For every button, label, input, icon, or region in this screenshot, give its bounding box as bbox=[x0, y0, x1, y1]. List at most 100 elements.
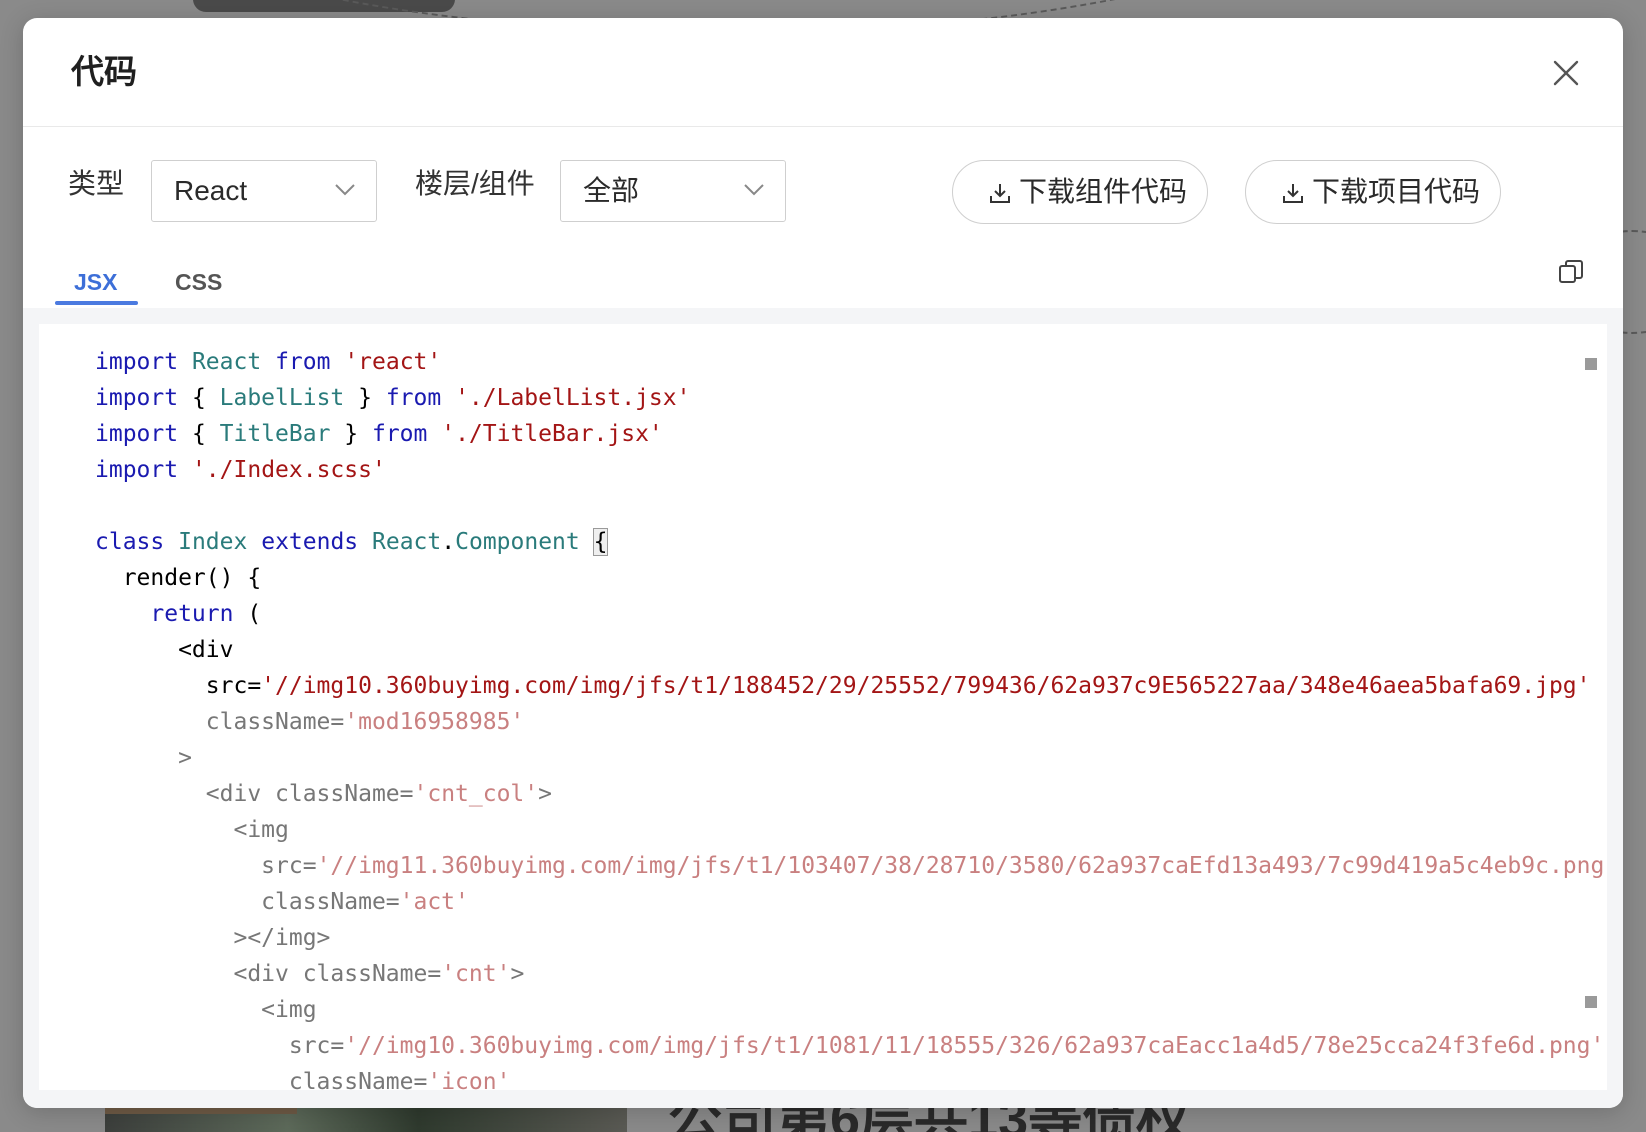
active-tab-indicator bbox=[55, 301, 138, 305]
code-token: } bbox=[344, 385, 386, 411]
code-line: <div className='cnt'> bbox=[95, 956, 1607, 992]
code-token: 'icon' bbox=[427, 1069, 511, 1090]
code-token: src= bbox=[95, 853, 317, 879]
type-label: 类型 bbox=[68, 168, 125, 199]
chevron-down-icon bbox=[744, 184, 764, 196]
code-token: 'react' bbox=[344, 349, 442, 375]
code-token: { bbox=[592, 528, 609, 556]
code-token: './Index.scss' bbox=[191, 457, 386, 483]
code-line: <img bbox=[95, 992, 1607, 1028]
close-icon bbox=[1553, 60, 1579, 86]
code-token: import bbox=[95, 349, 179, 375]
code-token: <div bbox=[95, 637, 234, 663]
tab-jsx[interactable]: JSX bbox=[74, 268, 117, 296]
code-line: class Index extends React.Component { bbox=[95, 524, 1607, 560]
code-token: '//img10.360buyimg.com/img/jfs/t1/188452… bbox=[261, 673, 1591, 699]
code-token: ( bbox=[233, 601, 262, 627]
code-editor[interactable]: import React from 'react' import { LabelL… bbox=[39, 324, 1607, 1090]
code-token: React bbox=[191, 349, 262, 375]
close-button[interactable] bbox=[1549, 56, 1583, 90]
code-token: extends bbox=[261, 529, 359, 555]
code-token: import bbox=[95, 457, 179, 483]
code-token: class bbox=[95, 529, 165, 555]
dialog-header: 代码 bbox=[23, 18, 1623, 127]
code-token: className= bbox=[95, 1069, 428, 1090]
code-token: className= bbox=[95, 889, 400, 915]
download-project-button[interactable]: 下载项目代码 bbox=[1245, 160, 1501, 224]
tab-css[interactable]: CSS bbox=[175, 268, 222, 296]
code-line: return ( bbox=[95, 596, 1607, 632]
type-select[interactable]: React bbox=[151, 160, 377, 222]
code-token: src= bbox=[95, 1033, 345, 1059]
code-token: React bbox=[372, 529, 442, 555]
code-line: import './Index.scss' bbox=[95, 452, 1607, 488]
code-token: from bbox=[371, 421, 428, 447]
code-token: import bbox=[95, 385, 179, 411]
code-token: '//img10.360buyimg.com/img/jfs/t1/1081/1… bbox=[344, 1033, 1605, 1059]
download-component-label: 下载组件代码 bbox=[1019, 176, 1188, 207]
code-line: <img bbox=[95, 812, 1607, 848]
code-block: import React from 'react' import { LabelL… bbox=[95, 344, 1607, 1090]
code-token: <img bbox=[95, 817, 289, 843]
code-token: import bbox=[95, 421, 179, 447]
code-token: ></img> bbox=[95, 925, 331, 951]
code-token: '//img11.360buyimg.com/img/jfs/t1/103407… bbox=[316, 853, 1607, 879]
code-line: render() { bbox=[95, 560, 1607, 596]
copy-button[interactable] bbox=[1557, 258, 1585, 286]
download-project-label: 下载项目代码 bbox=[1312, 176, 1481, 207]
code-line: <div bbox=[95, 632, 1607, 668]
code-token: <div className= bbox=[95, 781, 414, 807]
code-token: } bbox=[330, 421, 372, 447]
code-token: > bbox=[538, 781, 552, 807]
code-line: className='icon' bbox=[95, 1064, 1607, 1090]
code-token: { bbox=[178, 421, 220, 447]
code-token: . bbox=[441, 529, 456, 555]
code-token: className= bbox=[95, 709, 345, 735]
code-token: Index bbox=[178, 529, 248, 555]
code-line: className='act' bbox=[95, 884, 1607, 920]
dialog-title: 代码 bbox=[71, 53, 137, 90]
code-dialog: 代码 类型 React 楼层/组件 全部 下载组件代码 下载项目代码 JSX C… bbox=[23, 18, 1623, 1108]
code-line: import { TitleBar } from './TitleBar.jsx… bbox=[95, 416, 1607, 452]
code-token: 'cnt_col' bbox=[413, 781, 539, 807]
chevron-down-icon bbox=[335, 184, 355, 196]
code-token: LabelList bbox=[219, 385, 345, 411]
download-component-button[interactable]: 下载组件代码 bbox=[952, 160, 1208, 224]
code-token: Component bbox=[455, 529, 580, 555]
code-token: { bbox=[178, 385, 220, 411]
floor-select[interactable]: 全部 bbox=[560, 160, 786, 222]
code-token: > bbox=[95, 745, 192, 771]
code-line: src='//img10.360buyimg.com/img/jfs/t1/18… bbox=[95, 668, 1607, 704]
code-line: className='mod16958985' bbox=[95, 704, 1607, 740]
code-token: > bbox=[510, 961, 525, 987]
floor-label: 楼层/组件 bbox=[415, 168, 535, 199]
code-token: src= bbox=[95, 673, 262, 699]
code-token: render() { bbox=[95, 565, 262, 591]
code-line: <div className='cnt_col'> bbox=[95, 776, 1607, 812]
code-line: src='//img10.360buyimg.com/img/jfs/t1/10… bbox=[95, 1028, 1607, 1064]
code-token: 'cnt' bbox=[441, 961, 511, 987]
code-area: import React from 'react' import { LabelL… bbox=[23, 308, 1623, 1108]
scroll-marker bbox=[1585, 996, 1597, 1008]
code-token: return bbox=[150, 601, 234, 627]
code-token: <img bbox=[95, 997, 317, 1023]
code-token: './LabelList.jsx' bbox=[455, 385, 691, 411]
download-icon bbox=[990, 184, 1010, 203]
code-line: > bbox=[95, 740, 1607, 776]
code-token: from bbox=[385, 385, 442, 411]
code-line: ></img> bbox=[95, 920, 1607, 956]
code-token: 'mod16958985' bbox=[344, 709, 525, 735]
code-token: './TitleBar.jsx' bbox=[441, 421, 663, 447]
scroll-marker bbox=[1585, 358, 1597, 370]
download-icon bbox=[1283, 184, 1303, 203]
code-line: src='//img11.360buyimg.com/img/jfs/t1/10… bbox=[95, 848, 1607, 884]
